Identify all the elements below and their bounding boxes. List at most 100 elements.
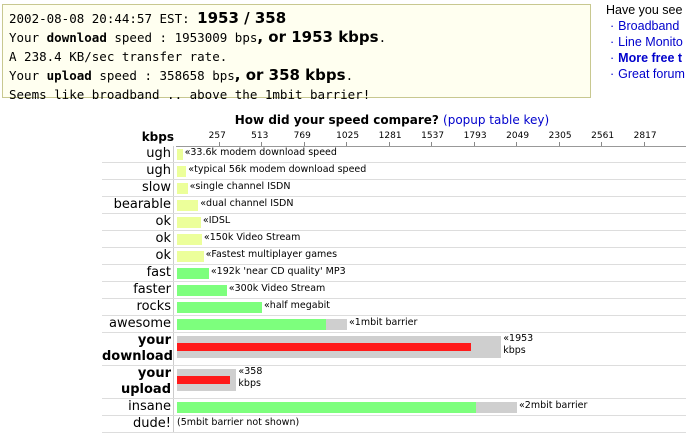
bar-note: «dual channel ISDN [200, 198, 294, 209]
row-bar-area: «1953 kbps [176, 333, 686, 365]
chart-row: fast «192k 'near CD quality' MP3 [102, 265, 686, 282]
results-line-download: Your download speed : 1953009 bps, or 19… [9, 28, 387, 46]
row-label: bearable [102, 197, 174, 213]
compare-heading: How did your speed compare? (popup table… [234, 113, 550, 127]
side-link-great-forums[interactable]: · Great forum [606, 66, 686, 82]
row-label: ok [102, 231, 174, 247]
bar-note: «typical 56k modem download speed [188, 164, 367, 175]
row-label: awesome [102, 316, 174, 332]
row-label: rocks [102, 299, 174, 315]
bullet-icon: · [610, 19, 615, 33]
bar-note: «single channel ISDN [189, 181, 291, 192]
bar-note: «192k 'near CD quality' MP3 [210, 266, 346, 277]
chart-scale: kbps 257 513 769 1025 1281 1537 1793 2049 2305 25… [102, 130, 686, 147]
bar-value [177, 402, 476, 413]
scale-tick-label: 1537 [421, 131, 445, 141]
bar-note: «1mbit barrier [349, 317, 418, 328]
bar-note: «2mbit barrier [519, 400, 588, 411]
row-label: your download [102, 333, 174, 365]
bar-value [177, 234, 202, 245]
chart-row: your download «1953 kbps [102, 333, 686, 366]
side-link-more-free[interactable]: · More free t [606, 50, 686, 66]
speed-results-box: 2002-08-08 20:44:57 EST: 1953 / 358 Your… [2, 4, 591, 102]
chart-row: dude! (5mbit barrier not shown) [102, 416, 686, 433]
row-label: ok [102, 248, 174, 264]
bar-value [177, 343, 471, 351]
row-bar-area: «Fastest multiplayer games [176, 248, 686, 264]
row-bar-area: (5mbit barrier not shown) [176, 416, 686, 432]
scale-ticks: 257 513 769 1025 1281 1537 1793 2049 2305 2561 281… [176, 130, 686, 147]
chart-row: slow «single channel ISDN [102, 180, 686, 197]
bar-note: «1953 kbps [503, 333, 534, 356]
bar-value [177, 217, 201, 228]
row-label: ok [102, 214, 174, 230]
row-label: ugh [102, 146, 174, 162]
bar-value [177, 166, 187, 177]
bar-note: «Fastest multiplayer games [205, 249, 338, 260]
scale-tick-label: 257 [208, 131, 226, 141]
row-bar-area: «33.6k modem download speed [176, 146, 686, 162]
bar-value [177, 183, 188, 194]
row-label: slow [102, 180, 174, 196]
side-menu: Have you see · Broadband · Line Monito · Mo… [606, 2, 686, 82]
bar-note: «150k Video Stream [203, 232, 301, 243]
bar-note: «300k Video Stream [228, 283, 326, 294]
side-link-broadband[interactable]: · Broadband [606, 18, 686, 34]
bar-note: «358 kbps [238, 366, 263, 389]
row-bar-area: «358 kbps [176, 366, 686, 398]
row-bar-area: «150k Video Stream [176, 231, 686, 247]
scale-tick-label: 769 [293, 131, 311, 141]
chart-row: awesome «1mbit barrier [102, 316, 686, 333]
bar-value [177, 268, 209, 279]
row-label: ugh [102, 163, 174, 179]
bar-value [177, 302, 262, 313]
bar-value [177, 319, 327, 330]
results-line-transfer: A 238.4 KB/sec transfer rate. [9, 49, 228, 64]
side-menu-title: Have you see [606, 3, 683, 17]
row-bar-area: «single channel ISDN [176, 180, 686, 196]
bar-value [177, 285, 227, 296]
row-bar-area: «typical 56k modem download speed [176, 163, 686, 179]
row-label: your upload [102, 366, 174, 398]
bar-value [177, 149, 183, 160]
scale-tick-label: 2049 [506, 131, 530, 141]
bullet-icon: · [610, 67, 615, 81]
bar-note: «half megabit [264, 300, 331, 311]
bar-value [177, 251, 204, 262]
scale-tick-label: 2561 [591, 131, 615, 141]
row-label: faster [102, 282, 174, 298]
row-bar-area: «300k Video Stream [176, 282, 686, 298]
chart-row: ugh «33.6k modem download speed [102, 146, 686, 163]
chart-row: your upload «358 kbps [102, 366, 686, 399]
bullet-icon: · [610, 35, 615, 49]
bar-note: «33.6k modem download speed [184, 147, 337, 158]
row-label: insane [102, 399, 174, 415]
popup-table-key-link[interactable]: (popup table key) [443, 113, 549, 127]
scale-tick-label: 1793 [463, 131, 487, 141]
results-line-date: 2002-08-08 20:44:57 EST: 1953 / 358 [9, 9, 287, 27]
chart-row: insane «2mbit barrier [102, 399, 686, 416]
row-bar-area: «1mbit barrier [176, 316, 686, 332]
scale-unit-label: kbps [141, 130, 174, 144]
chart-row: ok «150k Video Stream [102, 231, 686, 248]
bar-value [177, 200, 199, 211]
chart-row: bearable «dual channel ISDN [102, 197, 686, 214]
scale-tick-label: 2817 [633, 131, 657, 141]
chart-row: ugh «typical 56k modem download speed [102, 163, 686, 180]
bar-note: (5mbit barrier not shown) [177, 417, 300, 428]
row-bar-area: «192k 'near CD quality' MP3 [176, 265, 686, 281]
bar-note: «IDSL [202, 215, 231, 226]
scale-tick-label: 2305 [548, 131, 572, 141]
chart-row: rocks «half megabit [102, 299, 686, 316]
scale-tick-label: 1025 [336, 131, 360, 141]
row-bar-area: «2mbit barrier [176, 399, 686, 415]
chart-row: ok «Fastest multiplayer games [102, 248, 686, 265]
scale-tick-label: 513 [251, 131, 269, 141]
speed-comparison-chart: ugh «33.6k modem download speed ugh «typica… [102, 146, 686, 433]
row-label: fast [102, 265, 174, 281]
row-label: dude! [102, 416, 174, 432]
chart-row: ok «IDSL [102, 214, 686, 231]
bar-value [177, 376, 231, 384]
results-line-upload: Your upload speed : 358658 bps, or 358 k… [9, 66, 354, 84]
side-link-line-monitor[interactable]: · Line Monito [606, 34, 686, 50]
